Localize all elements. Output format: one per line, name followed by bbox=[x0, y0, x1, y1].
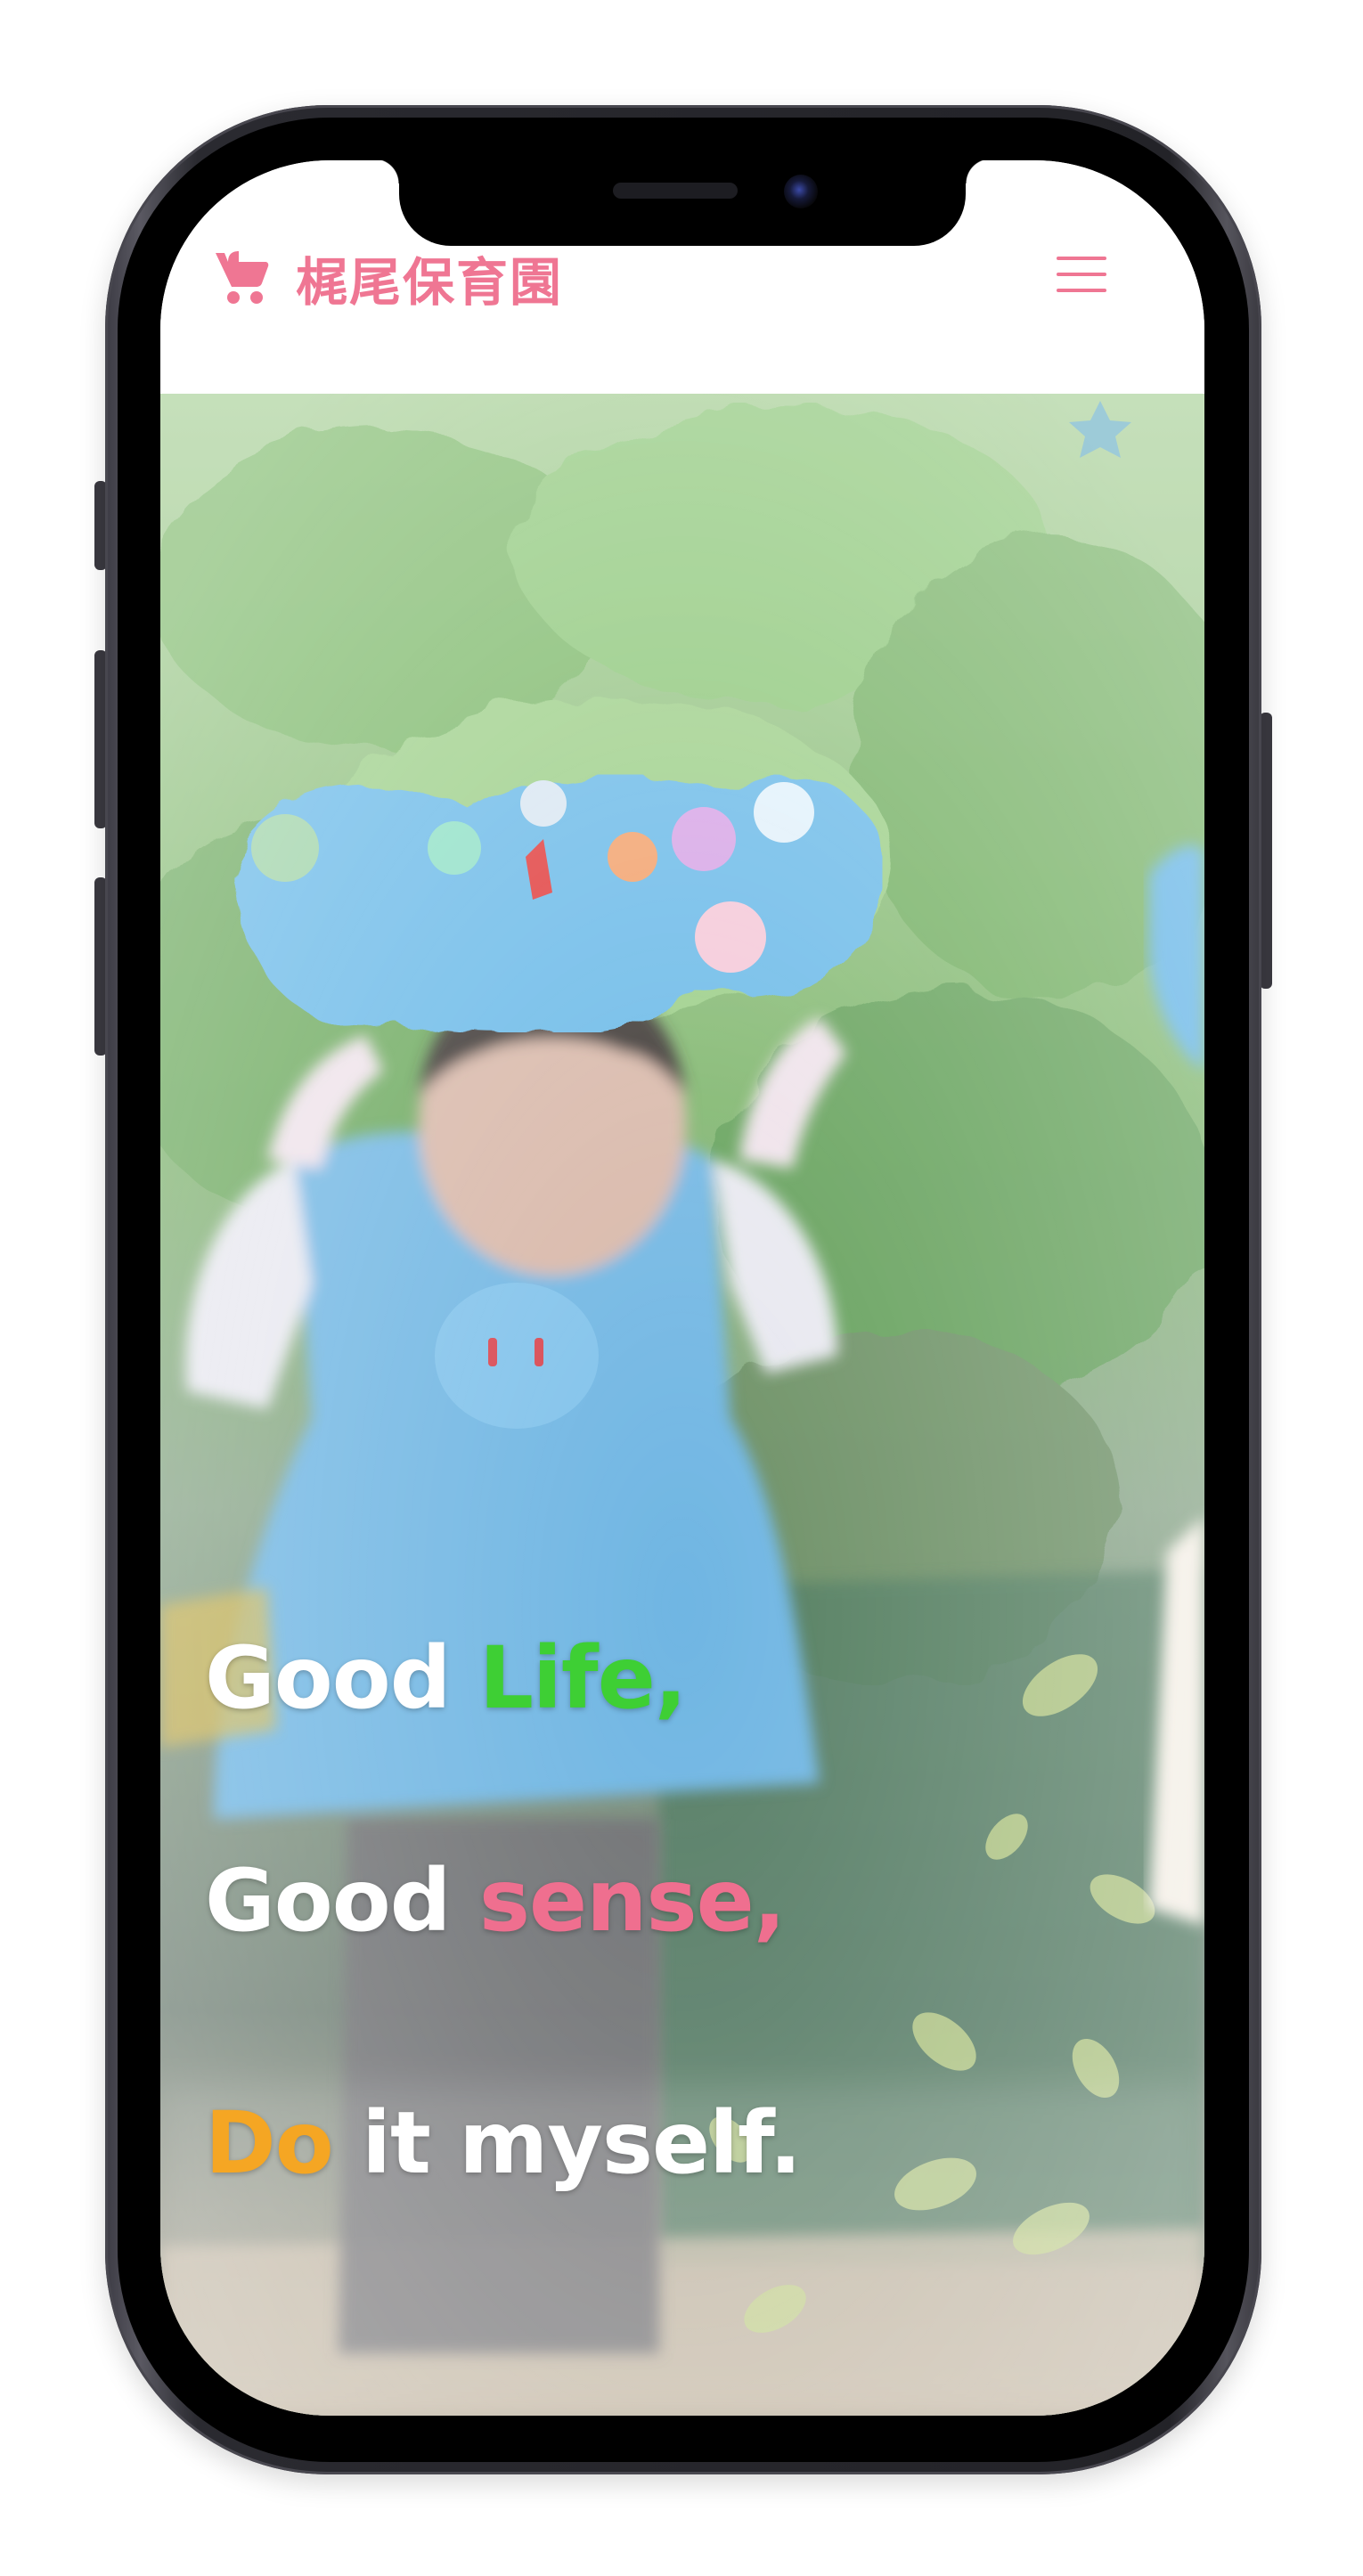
slogan-accent-green: Life, bbox=[478, 1628, 687, 1728]
power-button bbox=[1260, 713, 1272, 989]
site-title: 梶尾保育園 bbox=[296, 252, 564, 313]
menu-bar bbox=[1057, 257, 1106, 260]
hamburger-menu-icon[interactable] bbox=[1057, 253, 1106, 296]
front-camera bbox=[784, 175, 818, 208]
notch bbox=[374, 160, 991, 246]
device-mockup: 梶尾保育園 Good Life, Good sense, Do it mysel… bbox=[0, 0, 1363, 2576]
slogan-line-1: Good Life, bbox=[205, 1628, 687, 1728]
hero-section: Good Life, Good sense, Do it myself. bbox=[160, 394, 1204, 2416]
slogan-line-3: Do it myself. bbox=[205, 2093, 802, 2193]
baby-stroller-icon bbox=[216, 251, 269, 304]
slogan-word: it myself. bbox=[362, 2093, 802, 2193]
menu-bar bbox=[1057, 273, 1106, 276]
brand-link[interactable]: 梶尾保育園 bbox=[212, 242, 563, 314]
slogan-line-2: Good sense, bbox=[205, 1851, 786, 1951]
slogan-word: Good bbox=[205, 1851, 451, 1951]
slogan-accent-orange: Do bbox=[205, 2093, 334, 2193]
slogan-word: Good bbox=[205, 1628, 451, 1728]
slogan-accent-pink: sense, bbox=[478, 1851, 786, 1951]
phone-screen: 梶尾保育園 Good Life, Good sense, Do it mysel… bbox=[160, 160, 1204, 2416]
menu-bar bbox=[1057, 289, 1106, 292]
earpiece-speaker bbox=[613, 183, 738, 199]
